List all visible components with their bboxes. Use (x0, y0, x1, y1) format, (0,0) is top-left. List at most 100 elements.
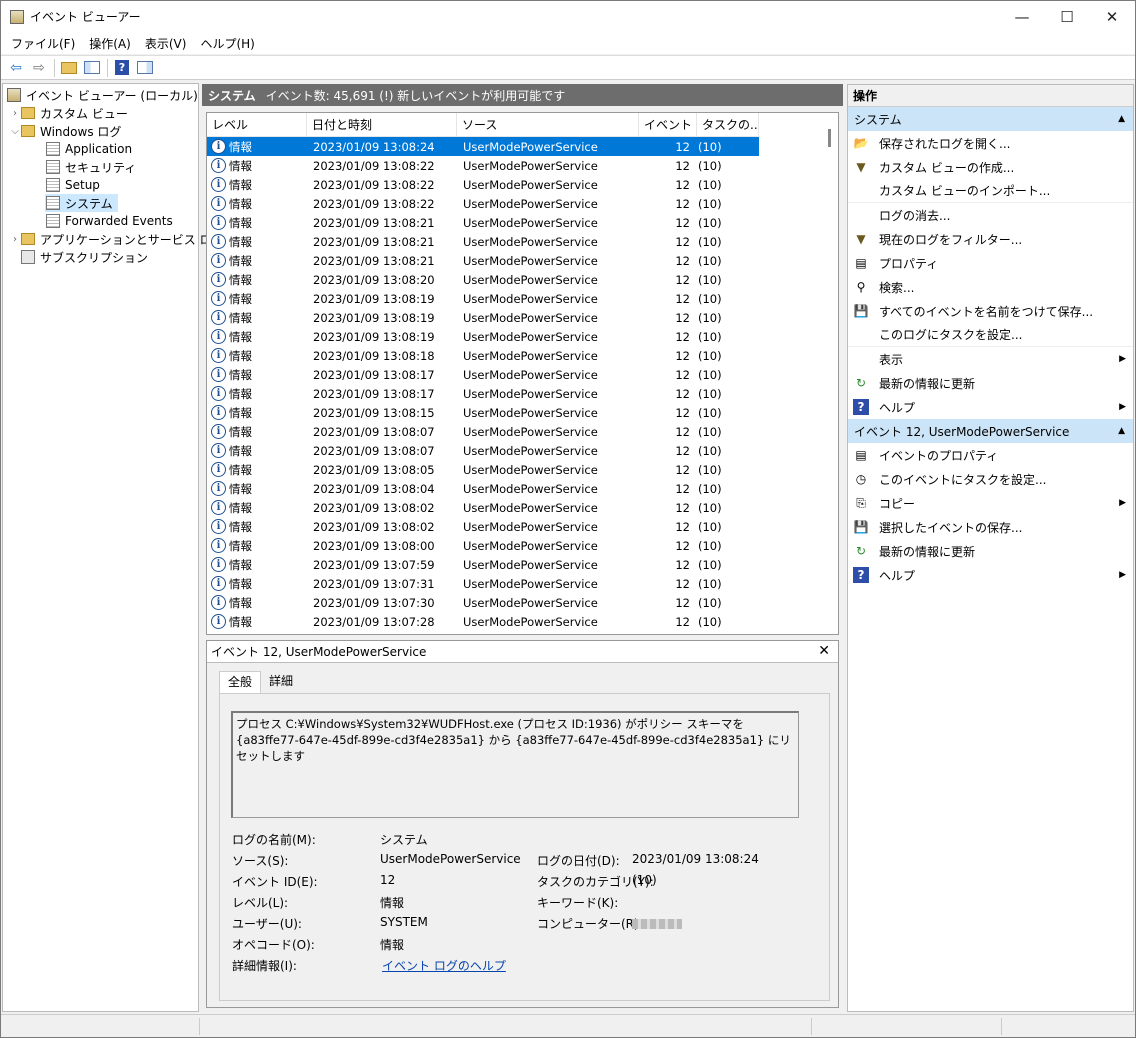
actions-section-system[interactable]: システム ▲ (848, 107, 1133, 131)
cell-event-id: 12 (675, 462, 690, 477)
table-row[interactable]: i 情報 2023/01/09 13:08:02 UserModePowerServi… (207, 498, 822, 517)
action-item[interactable]: 💾 すべてのイベントを名前をつけて保存... (848, 299, 1133, 323)
menu-view[interactable]: 表示(V) (138, 35, 194, 52)
action-item[interactable]: 💾 選択したイベントの保存... (848, 515, 1133, 539)
collapse-up-icon[interactable]: ▲ (1118, 426, 1125, 436)
event-log-help-link[interactable]: イベント ログのヘルプ (382, 957, 506, 974)
scrollbar-thumb[interactable] (828, 129, 831, 147)
table-row[interactable]: i 情報 2023/01/09 13:08:15 UserModePowerServi… (207, 403, 822, 422)
action-item[interactable]: ? ヘルプ ▶ (848, 395, 1133, 419)
log-icon (46, 196, 60, 210)
table-row[interactable]: i 情報 2023/01/09 13:08:05 UserModePowerServi… (207, 460, 822, 479)
table-row[interactable]: i 情報 2023/01/09 13:08:02 UserModePowerServi… (207, 517, 822, 536)
action-item[interactable]: カスタム ビューのインポート... (848, 179, 1133, 203)
table-row[interactable]: i 情報 2023/01/09 13:08:07 UserModePowerServi… (207, 422, 822, 441)
table-row[interactable]: i 情報 2023/01/09 13:08:21 UserModePowerServi… (207, 251, 822, 270)
table-row[interactable]: i 情報 2023/01/09 13:08:22 UserModePowerServi… (207, 156, 822, 175)
window-title: イベント ビューアー (30, 10, 141, 24)
menu-file[interactable]: ファイル(F) (4, 35, 82, 52)
tree-item-windows-logs[interactable]: ⌵ Windows ログ (9, 122, 121, 140)
cell-date-time: 2023/01/09 13:08:17 (313, 386, 435, 401)
table-row[interactable]: i 情報 2023/01/09 13:08:24 UserModePowerServi… (207, 137, 759, 156)
table-row[interactable]: i 情報 2023/01/09 13:08:22 UserModePowerServi… (207, 175, 822, 194)
action-item[interactable]: ログの消去... (848, 203, 1133, 227)
cell-date-time: 2023/01/09 13:08:02 (313, 500, 435, 515)
actions-section-event[interactable]: イベント 12, UserModePowerService ▲ (848, 419, 1133, 443)
minimize-button[interactable]: — (999, 1, 1045, 32)
action-item[interactable]: このログにタスクを設定... (848, 323, 1133, 347)
column-source[interactable]: ソース (457, 113, 639, 137)
event-list-scrollbar[interactable] (822, 113, 838, 634)
tree-item-setup[interactable]: Setup (46, 176, 100, 194)
column-task-category[interactable]: タスクの... (697, 113, 759, 137)
cell-task-category: (10) (698, 177, 722, 192)
close-icon[interactable]: ✕ (818, 643, 830, 659)
action-item[interactable]: 📂 保存されたログを開く... (848, 131, 1133, 155)
tree-item-apps-services-logs[interactable]: › アプリケーションとサービス ログ (9, 230, 224, 248)
help-icon[interactable]: ? (111, 58, 133, 78)
tree-item-system[interactable]: システム (45, 194, 118, 212)
tree-item-custom-views[interactable]: › カスタム ビュー (9, 104, 128, 122)
up-folder-icon[interactable] (58, 58, 80, 78)
cell-date-time: 2023/01/09 13:08:21 (313, 215, 435, 230)
table-row[interactable]: i 情報 2023/01/09 13:07:31 UserModePowerServi… (207, 574, 822, 593)
tab-general[interactable]: 全般 (219, 671, 262, 693)
forward-arrow-icon[interactable]: ⇨ (28, 58, 50, 78)
action-item[interactable]: ▼ カスタム ビューの作成... (848, 155, 1133, 179)
action-item[interactable]: ↻ 最新の情報に更新 (848, 539, 1133, 563)
table-row[interactable]: i 情報 2023/01/09 13:08:17 UserModePowerServi… (207, 365, 822, 384)
action-item[interactable]: ↻ 最新の情報に更新 (848, 371, 1133, 395)
show-hide-console-tree-icon[interactable] (81, 58, 103, 78)
column-event-id[interactable]: イベント ... (639, 113, 697, 137)
tree-item-subscriptions[interactable]: サブスクリプション (9, 248, 148, 266)
table-row[interactable]: i 情報 2023/01/09 13:08:19 UserModePowerServi… (207, 308, 822, 327)
action-item[interactable]: ⎘ コピー ▶ (848, 491, 1133, 515)
maximize-button[interactable]: ☐ (1044, 1, 1090, 32)
table-row[interactable]: i 情報 2023/01/09 13:08:19 UserModePowerServi… (207, 327, 822, 346)
chevron-right-icon[interactable]: › (9, 234, 21, 245)
action-item[interactable]: ? ヘルプ ▶ (848, 563, 1133, 587)
show-hide-action-pane-icon[interactable] (134, 58, 156, 78)
table-row[interactable]: i 情報 2023/01/09 13:08:00 UserModePowerServi… (207, 536, 822, 555)
action-item[interactable]: ▼ 現在のログをフィルター... (848, 227, 1133, 251)
action-item[interactable]: 表示 ▶ (848, 347, 1133, 371)
close-button[interactable]: ✕ (1089, 1, 1135, 32)
table-row[interactable]: i 情報 2023/01/09 13:08:18 UserModePowerServi… (207, 346, 822, 365)
table-row[interactable]: i 情報 2023/01/09 13:08:07 UserModePowerServi… (207, 441, 822, 460)
table-row[interactable]: i 情報 2023/01/09 13:08:21 UserModePowerServi… (207, 213, 822, 232)
action-item[interactable]: ◷ このイベントにタスクを設定... (848, 467, 1133, 491)
cell-source: UserModePowerService (463, 158, 598, 173)
table-row[interactable]: i 情報 2023/01/09 13:08:21 UserModePowerServi… (207, 232, 822, 251)
level-text: 情報 (229, 291, 252, 306)
tree-item-application[interactable]: Application (46, 140, 132, 158)
level-text: 情報 (229, 158, 252, 173)
back-arrow-icon[interactable]: ⇦ (5, 58, 27, 78)
table-row[interactable]: i 情報 2023/01/09 13:08:17 UserModePowerServi… (207, 384, 822, 403)
action-item[interactable]: ⚲ 検索... (848, 275, 1133, 299)
status-divider (199, 1018, 200, 1035)
table-row[interactable]: i 情報 2023/01/09 13:08:20 UserModePowerServi… (207, 270, 822, 289)
log-icon (46, 178, 60, 192)
column-level[interactable]: レベル (207, 113, 307, 137)
column-date-time[interactable]: 日付と時刻 (307, 113, 457, 137)
table-row[interactable]: i 情報 2023/01/09 13:08:22 UserModePowerServi… (207, 194, 822, 213)
menu-help[interactable]: ヘルプ(H) (193, 35, 261, 52)
tree-item-forwarded-events[interactable]: Forwarded Events (46, 212, 173, 230)
action-item[interactable]: ▤ イベントのプロパティ (848, 443, 1133, 467)
action-item[interactable]: ▤ プロパティ (848, 251, 1133, 275)
table-row[interactable]: i 情報 2023/01/09 13:08:04 UserModePowerServi… (207, 479, 822, 498)
actions-header: 操作 (848, 85, 1133, 107)
chevron-down-icon[interactable]: ⌵ (9, 126, 21, 137)
table-row[interactable]: i 情報 2023/01/09 13:08:19 UserModePowerServi… (207, 289, 822, 308)
event-description[interactable]: プロセス C:¥Windows¥System32¥WUDFHost.exe (プ… (231, 711, 799, 818)
table-row[interactable]: i 情報 2023/01/09 13:07:59 UserModePowerServi… (207, 555, 822, 574)
tree-item-security[interactable]: セキュリティ (46, 158, 136, 176)
table-row[interactable]: i 情報 2023/01/09 13:07:30 UserModePowerServi… (207, 593, 822, 612)
collapse-up-icon[interactable]: ▲ (1118, 114, 1125, 124)
menu-action[interactable]: 操作(A) (82, 35, 138, 52)
blank-icon (853, 207, 869, 223)
table-row[interactable]: i 情報 2023/01/09 13:07:28 UserModePowerServi… (207, 612, 822, 631)
chevron-right-icon[interactable]: › (9, 108, 21, 119)
tab-details[interactable]: 詳細 (261, 671, 301, 693)
tree-item-event-viewer-local[interactable]: イベント ビューアー (ローカル) (5, 86, 198, 104)
